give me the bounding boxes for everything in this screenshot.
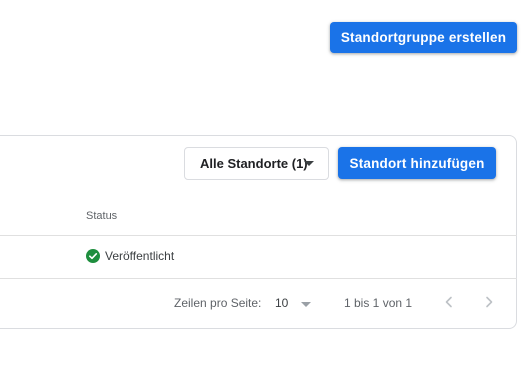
location-filter-dropdown[interactable]: Alle Standorte (1) [184, 147, 329, 180]
chevron-left-icon[interactable] [441, 294, 457, 310]
create-location-group-button[interactable]: Standortgruppe erstellen [330, 22, 517, 53]
rows-per-page-label: Zeilen pro Seite: [174, 296, 262, 310]
rows-per-page-select[interactable]: 10 [275, 296, 288, 310]
page: Standortgruppe erstellen Alle Standorte … [0, 0, 526, 386]
table-row[interactable]: Veröffentlicht [86, 249, 174, 263]
check-circle-icon [86, 249, 100, 263]
add-location-button[interactable]: Standort hinzufügen [338, 147, 496, 179]
status-text: Veröffentlicht [105, 249, 175, 263]
row-divider [0, 278, 517, 279]
header-divider [0, 235, 517, 236]
column-header-status[interactable]: Status [86, 210, 117, 222]
pagination-range: 1 bis 1 von 1 [344, 296, 413, 310]
chevron-right-icon[interactable] [481, 294, 497, 310]
location-filter-label: Alle Standorte (1) [200, 156, 308, 171]
caret-down-icon[interactable] [301, 302, 311, 307]
caret-down-icon [304, 161, 314, 166]
